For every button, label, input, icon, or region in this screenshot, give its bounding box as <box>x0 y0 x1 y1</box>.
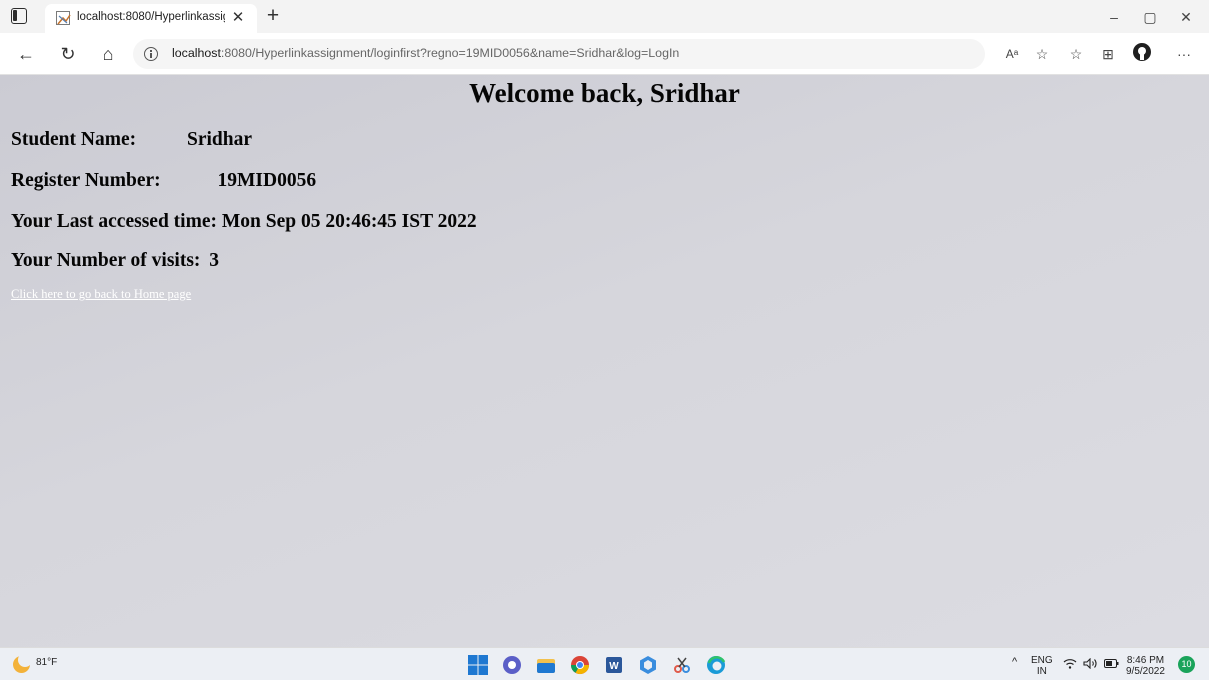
student-name-value: Sridhar <box>187 129 253 150</box>
url-text: localhost:8080/Hyperlinkassignment/login… <box>172 46 679 60</box>
weather-icon[interactable] <box>13 653 32 673</box>
battery-icon[interactable] <box>1104 659 1119 671</box>
clock[interactable]: 8:46 PM 9/5/2022 <box>1126 655 1165 677</box>
visits-label: Your Number of visits: <box>11 250 201 271</box>
favorites-icon[interactable]: ☆ <box>1064 42 1088 66</box>
student-name-label: Student Name: <box>11 129 137 150</box>
taskbar: 81°F W ^ ENG IN 8:46 PM 9/5/2022 10 <box>0 647 1209 680</box>
restore-icon[interactable]: ▢ <box>1133 4 1167 30</box>
student-name-row: Student Name: Sridhar <box>11 129 252 151</box>
visits-row: Your Number of visits: 3 <box>11 250 219 272</box>
snipping-tool-icon[interactable] <box>671 654 693 676</box>
register-number-value: 19MID0056 <box>217 170 317 191</box>
read-aloud-icon[interactable]: Aᵃ <box>1000 42 1024 66</box>
temperature[interactable]: 81°F <box>36 657 57 668</box>
new-tab-button[interactable]: + <box>262 5 284 27</box>
close-tab-icon[interactable]: ✕ <box>229 9 247 27</box>
url-host: localhost <box>172 46 221 60</box>
register-number-label: Register Number: <box>11 170 161 191</box>
minimize-icon[interactable]: – <box>1097 4 1131 30</box>
clock-time: 8:46 PM <box>1126 655 1165 666</box>
register-number-row: Register Number: 19MID0056 <box>11 170 316 192</box>
more-options-icon[interactable]: ··· <box>1172 42 1196 66</box>
url-path: :8080/Hyperlinkassignment/loginfirst?reg… <box>220 46 680 60</box>
app-hexagon-icon[interactable] <box>637 654 659 676</box>
welcome-heading: Welcome back, Sridhar <box>469 78 740 108</box>
collections-icon[interactable]: ⊞ <box>1096 42 1120 66</box>
tab-strip: localhost:8080/Hyperlinkassignm ✕ + – ▢ … <box>0 0 1209 33</box>
home-icon[interactable]: ⌂ <box>95 41 121 67</box>
language-top: ENG <box>1031 655 1053 666</box>
refresh-icon[interactable]: ↻ <box>55 41 81 67</box>
profile-avatar[interactable] <box>1130 42 1154 66</box>
start-button[interactable] <box>467 654 489 676</box>
tab-actions-icon[interactable] <box>11 8 27 24</box>
show-hidden-icons[interactable]: ^ <box>1012 657 1017 668</box>
visits-value: 3 <box>209 250 220 271</box>
tab-title: localhost:8080/Hyperlinkassignm <box>77 11 225 23</box>
page-content: Welcome back, Sridhar Student Name: Srid… <box>0 75 1209 647</box>
last-access-time: Your Last accessed time: Mon Sep 05 20:4… <box>11 211 477 232</box>
back-icon[interactable]: ← <box>13 41 39 67</box>
wifi-icon[interactable] <box>1063 658 1077 672</box>
favicon-icon <box>56 11 71 25</box>
edge-icon[interactable] <box>705 654 727 676</box>
language-indicator[interactable]: ENG IN <box>1031 655 1053 677</box>
close-window-icon[interactable]: ✕ <box>1169 4 1203 30</box>
file-explorer-icon[interactable] <box>535 654 557 676</box>
active-tab[interactable]: localhost:8080/Hyperlinkassignm ✕ <box>45 4 257 33</box>
notification-badge[interactable]: 10 <box>1178 656 1195 673</box>
word-icon[interactable]: W <box>603 654 625 676</box>
home-page-link[interactable]: Click here to go back to Home page <box>11 287 191 302</box>
add-favorite-icon[interactable]: ☆ <box>1030 42 1054 66</box>
chat-icon[interactable] <box>501 654 523 676</box>
site-info-icon[interactable] <box>144 47 158 61</box>
svg-text:W: W <box>609 661 619 672</box>
chrome-icon[interactable] <box>569 654 591 676</box>
volume-icon[interactable] <box>1083 657 1098 672</box>
clock-date: 9/5/2022 <box>1126 666 1165 677</box>
language-bottom: IN <box>1036 666 1047 677</box>
browser-toolbar: ← ↻ ⌂ localhost:8080/Hyperlinkassignment… <box>0 33 1209 75</box>
address-bar[interactable]: localhost:8080/Hyperlinkassignment/login… <box>133 39 985 69</box>
